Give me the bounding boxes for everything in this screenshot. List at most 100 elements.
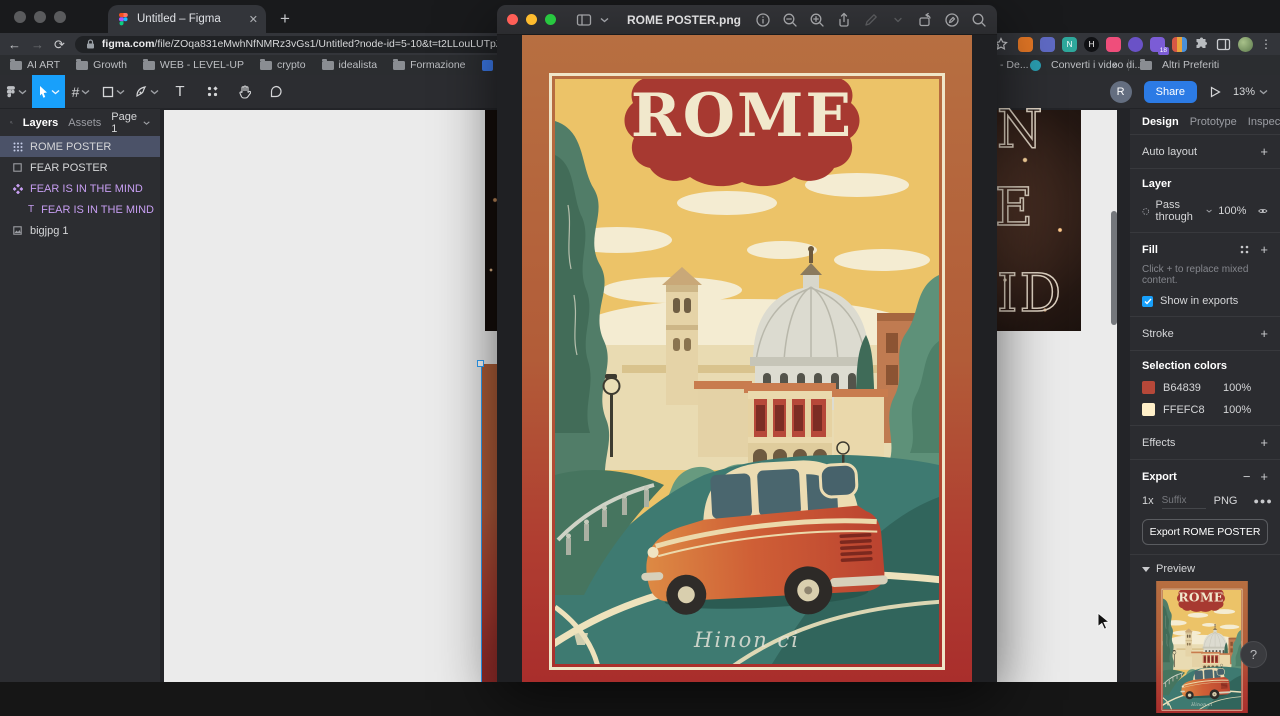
search-icon[interactable]	[971, 12, 987, 28]
bookmark-item[interactable]: WEB - LEVEL-UP	[143, 59, 244, 71]
tab-assets[interactable]: Assets	[68, 117, 101, 129]
info-icon[interactable]	[755, 12, 771, 28]
add-stroke-button[interactable]: +	[1260, 326, 1268, 341]
share-icon[interactable]	[836, 12, 852, 28]
rome-poster-canvas-edge[interactable]	[481, 364, 497, 682]
export-suffix-input[interactable]	[1162, 493, 1206, 509]
tab-inspect[interactable]: Inspect	[1248, 116, 1280, 128]
selection-color-row[interactable]: FFEFC8 100%	[1142, 403, 1268, 416]
pen-tool-button[interactable]	[130, 75, 164, 108]
forward-icon[interactable]: →	[31, 38, 44, 51]
add-effect-button[interactable]: +	[1260, 435, 1268, 450]
bookmark-item[interactable]: crypto	[260, 59, 306, 71]
tab-prototype[interactable]: Prototype	[1190, 116, 1237, 128]
layer-row-component[interactable]: FEAR IS IN THE MIND	[0, 178, 160, 199]
zoom-window-icon[interactable]	[545, 14, 556, 25]
chevron-down-icon[interactable]	[600, 17, 609, 23]
export-rome-poster-button[interactable]: Export ROME POSTER	[1142, 519, 1268, 545]
styles-grid-icon[interactable]	[1239, 244, 1250, 255]
bookmark-item[interactable]: Growth	[76, 59, 127, 71]
main-menu-button[interactable]	[0, 75, 32, 108]
layer-row-fear-poster[interactable]: FEAR POSTER	[0, 157, 160, 178]
remove-export-button[interactable]: −	[1243, 469, 1251, 484]
present-icon[interactable]	[1209, 86, 1221, 98]
color-hex[interactable]: FFEFC8	[1163, 404, 1215, 416]
shape-tool-button[interactable]	[97, 75, 130, 108]
extension-icon-fox[interactable]	[1018, 37, 1033, 52]
extensions-puzzle-icon[interactable]	[1194, 37, 1209, 52]
blend-mode-value[interactable]: Pass through	[1156, 199, 1201, 223]
layer-opacity-value[interactable]: 100%	[1218, 205, 1246, 217]
color-swatch[interactable]	[1142, 381, 1155, 394]
extension-icon-indigo[interactable]	[1040, 37, 1055, 52]
add-export-button[interactable]: +	[1260, 469, 1268, 484]
export-options-icon[interactable]: ●●●	[1253, 496, 1272, 506]
layer-row-rome-poster[interactable]: ROME POSTER	[0, 136, 160, 157]
zoom-menu[interactable]: 13%	[1233, 86, 1268, 98]
comment-tool-button[interactable]	[260, 75, 292, 108]
annotate-icon[interactable]	[944, 12, 960, 28]
markup-pencil-icon[interactable]	[863, 12, 879, 28]
browser-menu-icon[interactable]: ⋮	[1260, 37, 1272, 51]
color-opacity[interactable]: 100%	[1223, 382, 1251, 394]
user-avatar[interactable]: R	[1110, 81, 1132, 103]
share-button[interactable]: Share	[1144, 81, 1197, 103]
extension-icon-violet-circle[interactable]	[1128, 37, 1143, 52]
color-opacity[interactable]: 100%	[1223, 404, 1251, 416]
search-icon[interactable]	[10, 117, 13, 128]
page-selector[interactable]: Page 1	[111, 111, 150, 135]
back-icon[interactable]: ←	[8, 38, 21, 51]
add-auto-layout-button[interactable]: +	[1260, 144, 1268, 159]
selection-color-row[interactable]: B64839 100%	[1142, 381, 1268, 394]
bookmark-item[interactable]: AI ART	[10, 59, 60, 71]
add-fill-button[interactable]: +	[1260, 242, 1268, 257]
browser-traffic-lights[interactable]	[0, 11, 80, 33]
extension-icon-black-circle[interactable]: H	[1084, 37, 1099, 52]
extension-icon-key[interactable]	[1106, 37, 1121, 52]
browser-tab[interactable]: Untitled – Figma ✕	[108, 5, 266, 33]
reload-icon[interactable]: ⟳	[54, 38, 65, 51]
show-in-exports-row[interactable]: Show in exports	[1142, 295, 1268, 307]
canvas-scrollbar[interactable]	[1111, 211, 1117, 325]
selection-handle[interactable]	[477, 360, 484, 367]
preview-section-header[interactable]: Preview	[1130, 555, 1280, 579]
new-tab-button[interactable]: +	[280, 10, 290, 27]
zoom-out-icon[interactable]	[782, 12, 798, 28]
extension-icon-violet-badge[interactable]: 18	[1150, 37, 1165, 52]
resources-tool-button[interactable]	[196, 75, 228, 108]
bookmark-item[interactable]: idealista	[322, 59, 378, 71]
profile-avatar[interactable]	[1238, 37, 1253, 52]
rotate-icon[interactable]	[917, 12, 933, 28]
bookmark-item[interactable]: Formazione	[393, 59, 465, 71]
bookmark-item-converti[interactable]: Converti i video di...	[1030, 55, 1143, 75]
markup-chevron-icon[interactable]	[890, 12, 906, 28]
tab-close-icon[interactable]: ✕	[249, 13, 258, 26]
side-panel-icon[interactable]	[1216, 37, 1231, 52]
help-button[interactable]: ?	[1240, 641, 1267, 668]
layer-row-text-child[interactable]: T FEAR IS IN THE MIND	[0, 199, 160, 220]
move-tool-button[interactable]	[32, 75, 65, 108]
extension-icon-striped[interactable]	[1172, 37, 1187, 52]
text-tool-button[interactable]: T	[164, 75, 196, 108]
preview-app-window[interactable]: ROME POSTER.png	[497, 5, 997, 682]
tab-layers[interactable]: Layers	[23, 117, 58, 129]
visibility-eye-icon[interactable]	[1258, 206, 1268, 216]
color-hex[interactable]: B64839	[1163, 382, 1215, 394]
tab-design[interactable]: Design	[1142, 116, 1179, 128]
bookmark-item-cut[interactable]: - De...	[1000, 55, 1029, 75]
zoom-in-icon[interactable]	[809, 12, 825, 28]
preview-title-bar[interactable]: ROME POSTER.png	[497, 5, 997, 35]
layer-row-bigjpg[interactable]: bigjpg 1	[0, 220, 160, 241]
close-window-icon[interactable]	[14, 11, 26, 23]
export-scale-value[interactable]: 1x	[1142, 495, 1154, 507]
minimize-window-icon[interactable]	[34, 11, 46, 23]
blend-mode-icon[interactable]	[1142, 206, 1150, 217]
hand-tool-button[interactable]	[228, 75, 260, 108]
sidebar-toggle-icon[interactable]	[576, 12, 592, 28]
export-format-value[interactable]: PNG	[1214, 495, 1238, 507]
extension-icon-teal[interactable]: N	[1062, 37, 1077, 52]
bookmark-folder-altri[interactable]: Altri Preferiti	[1140, 55, 1219, 75]
zoom-window-icon[interactable]	[54, 11, 66, 23]
close-window-icon[interactable]	[507, 14, 518, 25]
checkbox-checked-icon[interactable]	[1142, 296, 1153, 307]
